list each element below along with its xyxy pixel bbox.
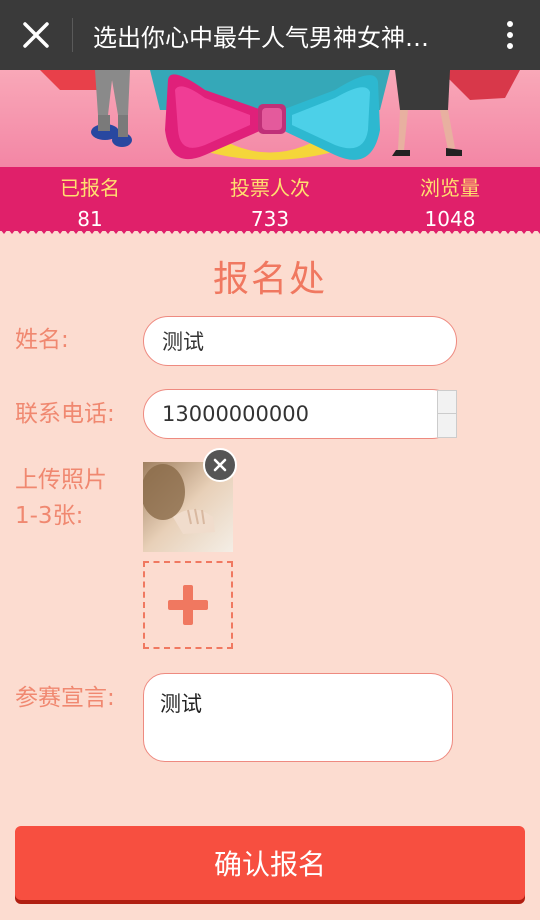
more-vertical-icon [507,21,513,49]
top-bar: 选出你心中最牛人气男神女神… [0,0,540,70]
banner-illustration [40,70,520,160]
close-icon [23,22,49,48]
banner-image [0,70,540,167]
plus-icon [168,585,208,625]
stats-bar: 已报名 81 投票人次 733 浏览量 1048 [0,167,540,231]
remove-photo-button[interactable] [203,448,237,482]
page-title: 选出你心中最牛人气男神女神… [93,23,429,52]
add-photo-button[interactable] [143,561,233,649]
stat-label: 浏览量 [420,176,480,200]
form-title: 报名处 [212,259,327,300]
zigzag-divider [0,229,540,234]
close-button[interactable] [0,0,72,70]
declaration-label: 参赛宣言: [15,685,115,711]
declaration-textarea[interactable]: 测试 [143,673,453,762]
submit-button[interactable]: 确认报名 [15,826,525,900]
stat-label: 已报名 [60,176,120,200]
stat-value: 1048 [424,207,476,231]
phone-label: 联系电话: [15,401,115,427]
phone-input[interactable]: 13000000000 [143,389,457,439]
more-button[interactable] [480,0,540,70]
stat-views: 浏览量 1048 [360,167,540,231]
stat-registered: 已报名 81 [0,167,180,231]
phone-spinner[interactable] [437,390,457,438]
stat-value: 81 [77,207,103,231]
close-icon [213,458,227,472]
stat-label: 投票人次 [230,176,310,200]
photo-label-line1: 上传照片 [15,467,107,493]
name-label: 姓名: [15,327,69,353]
photo-label-line2: 1-3张: [15,503,84,529]
stat-votes: 投票人次 733 [180,167,360,231]
stat-value: 733 [250,207,290,231]
name-input[interactable]: 测试 [143,316,457,366]
